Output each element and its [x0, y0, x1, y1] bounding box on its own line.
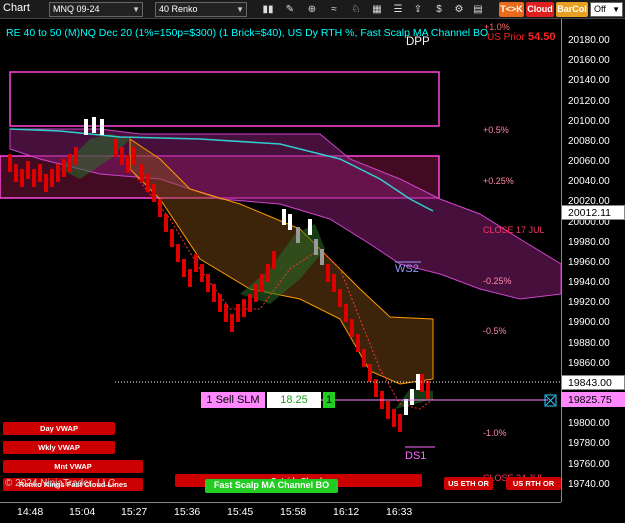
price-tick-label: 19800.00	[568, 418, 610, 430]
chevron-down-icon: ▼	[236, 5, 244, 14]
wkly-vwap-button[interactable]: Wkly VWAP	[3, 441, 115, 454]
strategies-icon[interactable]: ♘	[349, 3, 363, 16]
price-tick-label: 20040.00	[568, 176, 610, 188]
last-price-tag: 19843.00	[561, 375, 625, 390]
settings-icon[interactable]: ⚙	[452, 3, 466, 16]
price-tick-label: 20120.00	[568, 95, 610, 107]
level-minus-025: -0.25%	[483, 276, 512, 286]
time-tick-label: 15:27	[121, 506, 148, 518]
price-tick-label: 20060.00	[568, 156, 610, 168]
dpp-label: DPP	[406, 36, 430, 48]
level-plus-05: +0.5%	[483, 125, 509, 135]
price-tick-label: 19960.00	[568, 256, 610, 268]
templates-icon[interactable]: ▦	[370, 3, 384, 16]
level-minus-10: -1.0%	[483, 428, 507, 438]
instrument-value: MNQ 09-24	[53, 4, 100, 14]
time-tick-label: 16:33	[386, 506, 413, 518]
barcol-button[interactable]: BarCol	[556, 2, 588, 17]
price-tick-label: 19740.00	[568, 478, 610, 490]
cloud-button[interactable]: Cloud	[526, 2, 554, 17]
price-tick-label: 20160.00	[568, 55, 610, 67]
sell-order-button[interactable]: 1 Sell SLM	[201, 392, 265, 408]
price-tick-label: 19920.00	[568, 297, 610, 309]
bar-type-value: 40 Renko	[159, 4, 198, 14]
price-tick-label: 19900.00	[568, 317, 610, 329]
prior-label: US Prior	[487, 32, 525, 43]
us-rth-or-button[interactable]: US RTH OR	[506, 477, 561, 490]
time-axis[interactable]: 14:48 15:04 15:27 15:36 15:45 15:58 16:12 16:33	[0, 502, 561, 523]
fast-scalp-button[interactable]: Fast Scalp MA Channel BO	[205, 479, 338, 493]
price-tick-label: 19780.00	[568, 438, 610, 450]
price-axis[interactable]: 20180.00 20160.00 20140.00 20120.00 20100.00…	[561, 19, 625, 502]
chevron-down-icon: ▼	[612, 5, 620, 14]
price-tick-label: 19880.00	[568, 337, 610, 349]
prior-value: 54.50	[528, 31, 556, 43]
level-plus-025: +0.25%	[483, 176, 514, 186]
price-tick-label: 20180.00	[568, 35, 610, 46]
price-tick-label: 19860.00	[568, 357, 610, 369]
level-minus-05: -0.5%	[483, 326, 507, 336]
indicators-icon[interactable]: ≈	[327, 3, 341, 16]
chart-trader-icon[interactable]: ▤	[471, 3, 485, 16]
chart-toolbar: Chart MNQ 09-24 ▼ 40 Renko ▼ ▮▮ ✎ ⊕ ≈ ♘ ▦ …	[0, 0, 625, 19]
price-tick-label: 20140.00	[568, 75, 610, 87]
cyan-ma-price-tag: 20012.11	[561, 205, 625, 220]
pct-top-label: +1.0%	[484, 22, 510, 32]
mnt-vwap-button[interactable]: Mnt VWAP	[3, 460, 143, 473]
price-tick-label: 20100.00	[568, 115, 610, 127]
time-tick-label: 15:36	[174, 506, 201, 518]
level-close-jul: CLOSE 17 JUL	[483, 225, 545, 235]
toggle-value: Off	[594, 4, 606, 14]
order-price-field[interactable]: 18.25	[267, 392, 321, 408]
time-tick-label: 14:48	[17, 506, 44, 518]
day-vwap-button[interactable]: Day VWAP	[3, 422, 115, 435]
price-tick-label: 20080.00	[568, 135, 610, 147]
properties-icon[interactable]: ☰	[391, 3, 405, 16]
time-tick-label: 16:12	[333, 506, 360, 518]
time-tick-label: 15:45	[227, 506, 254, 518]
instrument-selector[interactable]: MNQ 09-24 ▼	[49, 2, 143, 17]
copyright-text: © 2024 NinjaTrader, LLC	[5, 478, 116, 489]
time-tick-label: 15:58	[280, 506, 307, 518]
toggle-select[interactable]: Off ▼	[590, 2, 623, 17]
order-qty-field[interactable]: 1	[323, 392, 335, 408]
zoom-icon[interactable]: ⊕	[305, 3, 319, 16]
draw-tool-icon[interactable]: ✎	[283, 3, 297, 16]
bars-icon[interactable]: ▮▮	[261, 3, 275, 16]
level-ws2: WS2	[395, 263, 419, 275]
time-tick-label: 15:04	[69, 506, 96, 518]
share-icon[interactable]: ⇪	[411, 3, 425, 16]
us-eth-or-button[interactable]: US ETH OR	[444, 477, 493, 490]
price-tick-label: 19980.00	[568, 236, 610, 248]
price-tick-label: 19760.00	[568, 458, 610, 470]
bar-type-selector[interactable]: 40 Renko ▼	[155, 2, 247, 17]
order-price-tag: 19825.75	[561, 392, 625, 407]
tk-button[interactable]: T<>K	[499, 2, 524, 17]
zone-box-upper	[9, 71, 440, 127]
chart-title: Chart	[3, 2, 30, 14]
trade-icon[interactable]: $	[432, 3, 446, 16]
price-tick-label: 19940.00	[568, 277, 610, 289]
chevron-down-icon: ▼	[132, 5, 140, 14]
level-ds1: DS1	[405, 450, 427, 462]
